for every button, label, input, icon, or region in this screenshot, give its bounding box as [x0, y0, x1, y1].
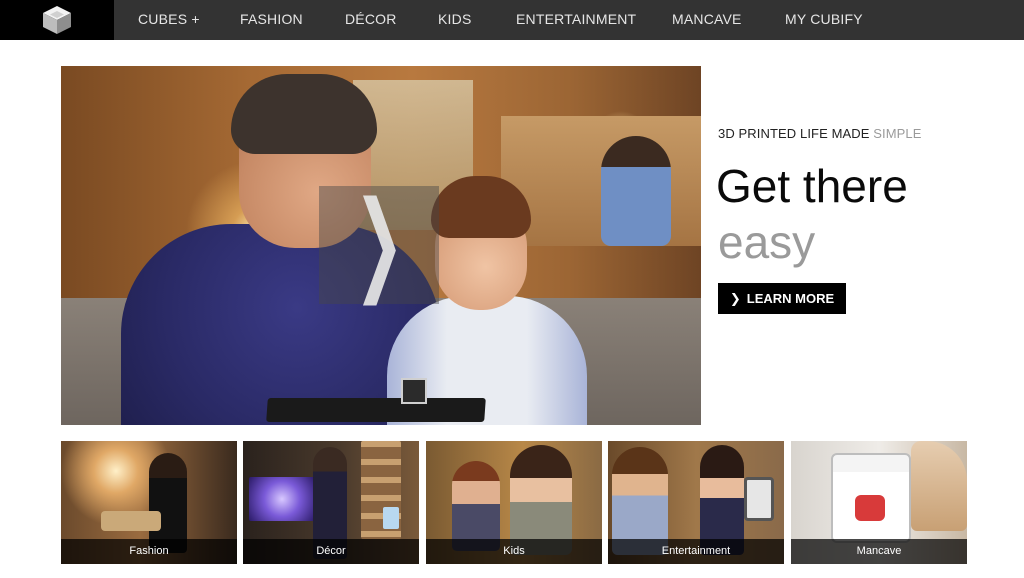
hero-printer	[401, 378, 427, 404]
category-tile-fashion[interactable]: Fashion	[61, 441, 237, 564]
category-label: Entertainment	[608, 539, 784, 564]
nav-mancave[interactable]: MANCAVE	[672, 0, 742, 40]
hero-next-button[interactable]: ❯	[319, 186, 439, 304]
learn-more-button[interactable]: ❯ LEARN MORE	[718, 283, 846, 314]
category-label: Kids	[426, 539, 602, 564]
headline-line1: Get there	[716, 160, 908, 212]
nav-entertainment[interactable]: ENTERTAINMENT	[516, 0, 636, 40]
nav-fashion[interactable]: FASHION	[240, 0, 303, 40]
nav-decor[interactable]: DÉCOR	[345, 0, 397, 40]
learn-more-label: LEARN MORE	[746, 291, 835, 306]
nav-my-cubify[interactable]: MY CUBIFY	[785, 0, 863, 40]
nav-cubes-plus[interactable]: CUBES +	[138, 0, 200, 40]
category-tile-kids[interactable]: Kids	[426, 441, 602, 564]
top-nav: CUBES + FASHION DÉCOR KIDS ENTERTAINMENT…	[0, 0, 1024, 40]
category-label: Décor	[243, 539, 419, 564]
cube-logo-icon	[43, 6, 71, 34]
headline-line2: easy	[718, 216, 816, 268]
chevron-right-icon: ❯	[729, 290, 741, 306]
category-tile-decor[interactable]: Décor	[243, 441, 419, 564]
category-tile-mancave[interactable]: Mancave	[791, 441, 967, 564]
tagline-accent: SIMPLE	[873, 126, 922, 141]
logo[interactable]	[0, 0, 114, 40]
hero-tablet	[266, 398, 486, 422]
tagline: 3D PRINTED LIFE MADE SIMPLE	[718, 126, 922, 141]
category-tile-entertainment[interactable]: Entertainment	[608, 441, 784, 564]
category-label: Mancave	[791, 539, 967, 564]
chevron-right-icon: ❯	[353, 177, 405, 305]
nav-kids[interactable]: KIDS	[438, 0, 471, 40]
tagline-main: 3D PRINTED LIFE MADE	[718, 126, 874, 141]
hero-image: ❯	[61, 66, 701, 425]
hero-woman	[601, 136, 671, 246]
category-label: Fashion	[61, 539, 237, 564]
